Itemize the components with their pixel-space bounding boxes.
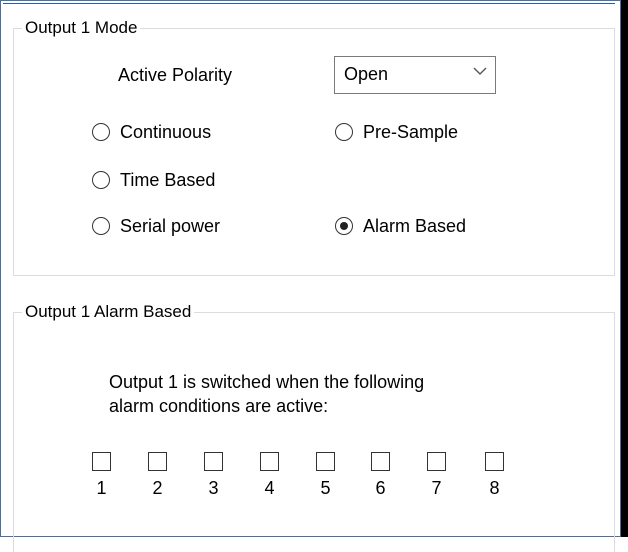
dialog-panel: Output 1 Mode Active Polarity Open Conti… — [0, 0, 621, 552]
output-mode-title: Output 1 Mode — [22, 18, 141, 38]
alarm-checkbox-8-label: 8 — [489, 478, 500, 498]
alarm-checkbox-7[interactable] — [427, 452, 446, 471]
alarm-checkbox-1-label: 1 — [96, 478, 107, 498]
alarm-based-group: Output 1 Alarm Based Output 1 is switche… — [13, 302, 615, 552]
alarm-checkbox-1[interactable] — [92, 452, 111, 471]
alarm-checkbox-7-label: 7 — [431, 478, 442, 498]
radio-pre-sample[interactable]: Pre-Sample — [335, 121, 458, 143]
radio-circle — [335, 123, 353, 141]
radio-circle-selected — [335, 217, 353, 235]
radio-time-based[interactable]: Time Based — [92, 169, 215, 191]
radio-pre-sample-label: Pre-Sample — [363, 122, 459, 142]
alarm-checkbox-2-label: 2 — [152, 478, 163, 498]
radio-circle — [92, 123, 110, 141]
focus-line — [3, 3, 615, 4]
radio-time-based-label: Time Based — [120, 170, 216, 190]
alarm-checkbox-5-label: 5 — [320, 478, 331, 498]
radio-alarm-based[interactable]: Alarm Based — [335, 215, 466, 237]
radio-circle — [92, 217, 110, 235]
active-polarity-label: Active Polarity — [118, 65, 233, 85]
alarm-checkbox-6[interactable] — [371, 452, 390, 471]
alarm-description-line2: alarm conditions are active: — [109, 396, 329, 416]
alarm-based-title: Output 1 Alarm Based — [22, 302, 195, 322]
alarm-checkbox-4[interactable] — [260, 452, 279, 471]
active-polarity-select[interactable]: Open — [334, 56, 496, 94]
alarm-checkbox-3-label: 3 — [208, 478, 219, 498]
radio-continuous-label: Continuous — [120, 122, 212, 142]
radio-serial-power-label: Serial power — [120, 216, 221, 236]
radio-continuous[interactable]: Continuous — [92, 121, 211, 143]
window-edge — [621, 0, 628, 537]
radio-alarm-based-label: Alarm Based — [363, 216, 467, 236]
alarm-checkbox-5[interactable] — [316, 452, 335, 471]
output-mode-group: Output 1 Mode Active Polarity Open Conti… — [13, 18, 615, 276]
alarm-checkbox-4-label: 4 — [264, 478, 275, 498]
alarm-checkbox-8[interactable] — [485, 452, 504, 471]
alarm-checkbox-3[interactable] — [204, 452, 223, 471]
radio-circle — [92, 171, 110, 189]
chevron-down-icon — [473, 67, 487, 75]
alarm-checkbox-6-label: 6 — [375, 478, 386, 498]
alarm-description-line1: Output 1 is switched when the following — [109, 372, 425, 392]
alarm-checkbox-2[interactable] — [148, 452, 167, 471]
active-polarity-value: Open — [344, 64, 389, 84]
radio-serial-power[interactable]: Serial power — [92, 215, 220, 237]
